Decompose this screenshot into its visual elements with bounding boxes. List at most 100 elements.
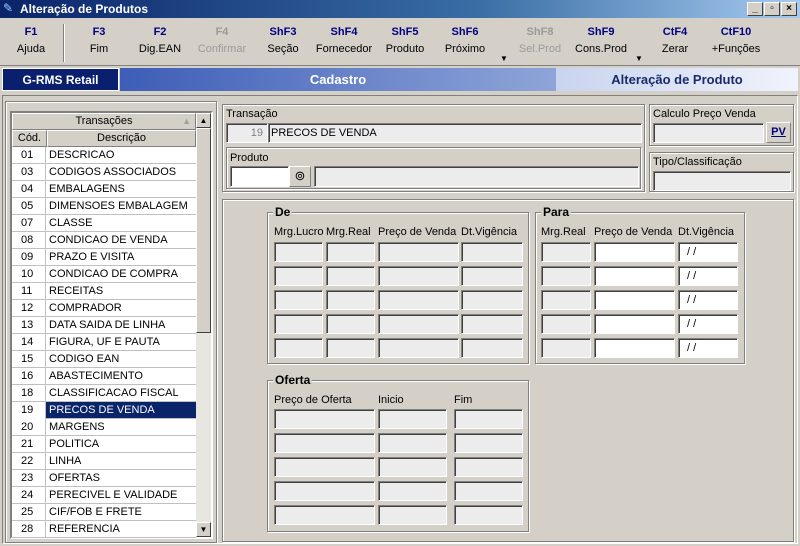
oferta-title: Oferta [273,373,313,387]
scroll-up-icon[interactable]: ▲ [196,113,211,128]
oferta-cell [378,433,447,453]
de-col-header: Dt.Vigência [461,226,518,238]
para-input[interactable] [594,266,675,286]
toolbar-key: ShF8 [526,26,554,38]
scroll-thumb[interactable] [196,128,211,333]
toolbar-button-shf9[interactable]: ShF9 Cons.Prod [569,26,633,55]
toolbar-button-shf3[interactable]: ShF3 Seção [251,26,315,55]
para-input[interactable]: / / [678,266,738,286]
list-item[interactable]: 10 CONDICAO DE COMPRA [12,266,196,283]
list-item-code: 19 [12,402,46,419]
list-item[interactable]: 25 CIF/FOB E FRETE [12,504,196,521]
list-item-desc: CIF/FOB E FRETE [49,506,142,518]
list-item[interactable]: 15 CODIGO EAN [12,351,196,368]
list-item-code: 18 [12,385,46,402]
col-desc-header[interactable]: Descrição [47,130,196,147]
toolbar-label: Sel.Prod [518,43,562,55]
list-item-code: 09 [12,249,46,266]
title-bar: ✎ Alteração de Produtos _ ▫ × [0,0,800,18]
para-input[interactable]: / / [678,314,738,334]
vertical-scrollbar[interactable]: ▲ ▼ [196,113,211,537]
maximize-button[interactable]: ▫ [764,2,780,16]
dropdown-arrow-icon[interactable]: ▼ [500,54,508,63]
para-col-header: Mrg.Real [541,226,586,238]
list-item[interactable]: 08 CONDICAO DE VENDA [12,232,196,249]
para-input[interactable]: / / [678,290,738,310]
list-item-desc: DESCRICAO [49,149,115,161]
toolbar-button-shf6[interactable]: ShF6 Próximo [433,26,497,55]
para-input[interactable] [594,314,675,334]
list-item[interactable]: 12 COMPRADOR [12,300,196,317]
list-item-desc: DIMENSOES EMBALAGEM [49,200,188,212]
list-item-code: 24 [12,487,46,504]
calculo-field [653,123,764,143]
de-cell [326,266,375,286]
toolbar-button-f1[interactable]: F1 Ajuda [0,26,63,55]
toolbar-button-shf5[interactable]: ShF5 Produto [373,26,437,55]
de-cell [378,338,459,358]
toolbar-button-f2[interactable]: F2 Dig.EAN [128,26,192,55]
list-item[interactable]: 20 MARGENS [12,419,196,436]
list-item[interactable]: 13 DATA SAIDA DE LINHA [12,317,196,334]
list-item[interactable]: 04 EMBALAGENS [12,181,196,198]
list-item[interactable]: 07 CLASSE [12,215,196,232]
para-input[interactable]: / / [678,242,738,262]
list-item-desc: CONDICAO DE COMPRA [49,268,178,280]
para-input[interactable] [594,290,675,310]
list-item[interactable]: 24 PERECIVEL E VALIDADE [12,487,196,504]
close-button[interactable]: × [781,2,797,16]
produto-code-input[interactable] [230,166,289,187]
toolbar-button-ctf4[interactable]: CtF4 Zerar [643,26,707,55]
list-item[interactable]: 21 POLITICA [12,436,196,453]
list-item[interactable]: 14 FIGURA, UF E PAUTA [12,334,196,351]
list-item-desc: ABASTECIMENTO [49,370,143,382]
list-item[interactable]: 28 REFERENCIA [12,521,196,538]
list-item[interactable]: 23 OFERTAS [12,470,196,487]
toolbar-label: Zerar [661,43,689,55]
binoculars-icon[interactable]: ⊚ [289,166,311,187]
toolbar-button-shf4[interactable]: ShF4 Fornecedor [312,26,376,55]
scroll-down-icon[interactable]: ▼ [196,522,211,537]
list-item-code: 10 [12,266,46,283]
toolbar-button-ctf10[interactable]: CtF10 +Funções [704,26,768,55]
toolbar-label: Ajuda [16,43,46,55]
list-item-code: 08 [12,232,46,249]
pv-button[interactable]: PV [766,122,791,143]
list-item-desc: CLASSE [49,217,93,229]
list-item[interactable]: 11 RECEITAS [12,283,196,300]
list-item[interactable]: 16 ABASTECIMENTO [12,368,196,385]
list-item[interactable]: 19 PRECOS DE VENDA [12,402,196,419]
de-title: De [273,205,293,219]
toolbar-label: Seção [267,43,299,55]
list-item[interactable]: 05 DIMENSOES EMBALAGEM [12,198,196,215]
de-cell [326,290,375,310]
toolbar-separator [63,24,65,62]
list-item-code: 15 [12,351,46,368]
toolbar-button-f4[interactable]: F4 Confirmar [190,26,254,55]
list-item[interactable]: 18 CLASSIFICACAO FISCAL [12,385,196,402]
de-cell [326,338,375,358]
de-cell [461,314,523,334]
transacao-desc-field: PRECOS DE VENDA [268,123,642,143]
de-cell [461,266,523,286]
list-item[interactable]: 09 PRAZO E VISITA [12,249,196,266]
minimize-button[interactable]: _ [747,2,763,16]
de-cell [274,314,323,334]
brand-label: G-RMS Retail [2,68,119,91]
para-input[interactable] [594,338,675,358]
para-input[interactable] [594,242,675,262]
list-item-desc: PRAZO E VISITA [49,251,135,263]
list-item-desc: FIGURA, UF E PAUTA [49,336,160,348]
toolbar-button-f3[interactable]: F3 Fim [67,26,131,55]
list-item[interactable]: 22 LINHA [12,453,196,470]
toolbar-button-shf8[interactable]: ShF8 Sel.Prod [508,26,572,55]
list-item[interactable]: 01 DESCRICAO [12,147,196,164]
para-col-header: Dt.Vigência [678,226,735,238]
list-item-code: 03 [12,164,46,181]
list-item-code: 04 [12,181,46,198]
dropdown-arrow-icon[interactable]: ▼ [635,54,643,63]
col-code-header[interactable]: Cód. [12,130,47,147]
list-item-code: 14 [12,334,46,351]
list-item[interactable]: 03 CODIGOS ASSOCIADOS [12,164,196,181]
para-input[interactable]: / / [678,338,738,358]
